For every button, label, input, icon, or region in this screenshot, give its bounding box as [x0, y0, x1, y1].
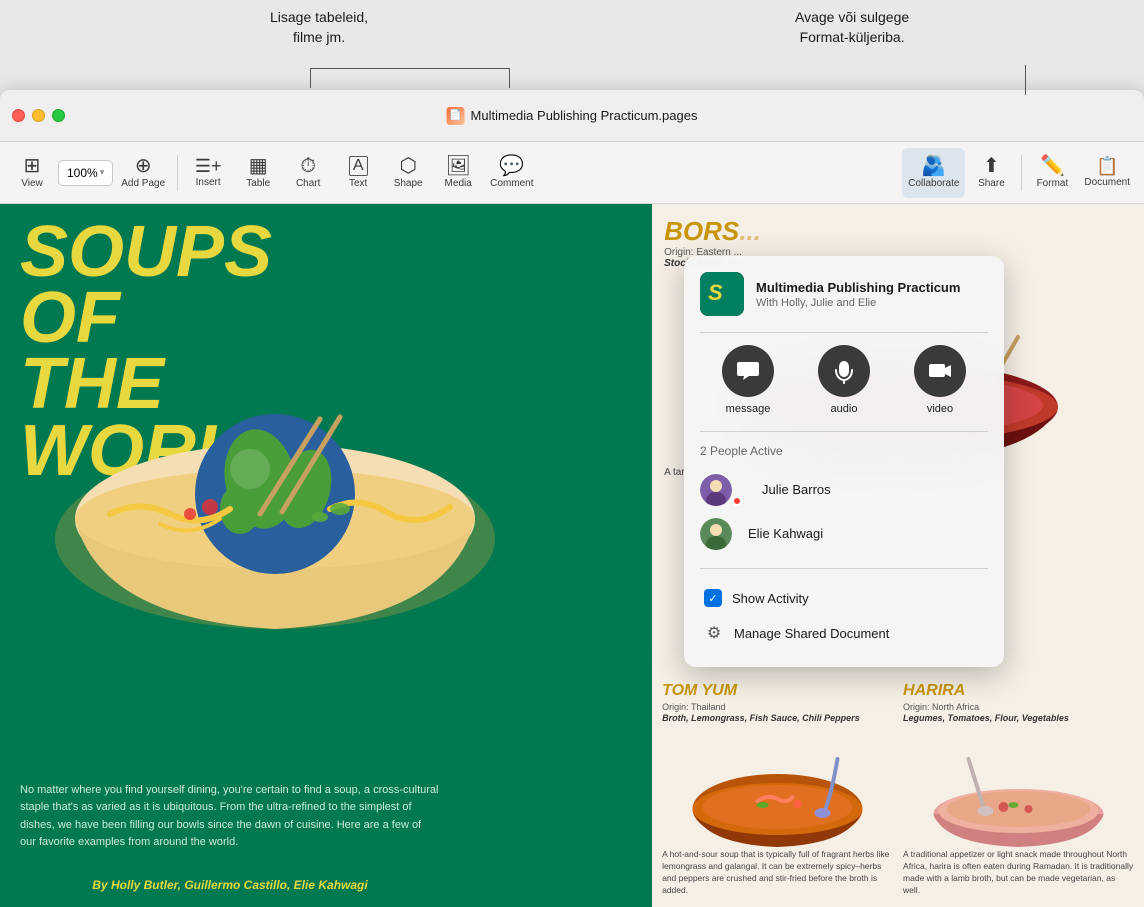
person-row-2: Elie Kahwagi [700, 512, 988, 556]
view-button[interactable]: ⊞ View [8, 148, 56, 198]
harira-section: HARIRA Origin: North Africa Legumes, Tom… [903, 682, 1134, 897]
bowl-illustration [10, 339, 540, 639]
audio-label: audio [831, 403, 858, 415]
popup-divider-2 [700, 431, 988, 432]
show-activity-checkbox[interactable]: ✓ [704, 589, 722, 607]
left-callout-line-v-right [509, 68, 510, 88]
traffic-lights [12, 109, 65, 122]
shape-icon: ⬡ [399, 156, 416, 176]
author-line: By Holly Butler, Guillermo Castillo, Eli… [20, 878, 440, 892]
media-icon: 🖼 [445, 156, 470, 176]
app-window: 📄 Multimedia Publishing Practicum.pages … [0, 90, 1144, 907]
manage-document-label: Manage Shared Document [734, 626, 889, 641]
manage-document-action[interactable]: ⚙ Manage Shared Document [700, 615, 988, 651]
popup-header: S Multimedia Publishing Practicum With H… [700, 272, 988, 316]
audio-button[interactable]: audio [818, 345, 870, 415]
person2-avatar [700, 518, 732, 550]
harira-bowl [903, 729, 1134, 849]
borscht-title: BORS... [664, 216, 1132, 247]
document-button[interactable]: 📋 Document [1078, 148, 1136, 198]
person-row-1: Julie Barros [700, 468, 988, 512]
insert-icon: ☰+ [195, 157, 222, 175]
titlebar: 📄 Multimedia Publishing Practicum.pages [0, 90, 1144, 142]
tom-yum-title: TOM YUM [662, 682, 893, 700]
window-title-area: 📄 Multimedia Publishing Practicum.pages [447, 107, 698, 125]
video-button[interactable]: video [914, 345, 966, 415]
zoom-chevron: ▾ [100, 167, 105, 178]
collaborate-button[interactable]: 🫂 Collaborate [902, 148, 965, 198]
toolbar-sep-2 [1021, 155, 1022, 191]
person1-online-dot [732, 496, 742, 506]
popup-divider-3 [700, 568, 988, 569]
harira-desc: A traditional appetizer or light snack m… [903, 849, 1134, 897]
popup-divider-1 [700, 332, 988, 333]
chart-button[interactable]: ⏱ Chart [284, 148, 332, 198]
minimize-button[interactable] [32, 109, 45, 122]
manage-icon: ⚙ [704, 623, 724, 643]
harira-title: HARIRA [903, 682, 1134, 700]
show-activity-action[interactable]: ✓ Show Activity [700, 581, 988, 615]
pages-icon: 📄 [447, 107, 465, 125]
comment-button[interactable]: 💬 Comment [484, 148, 539, 198]
left-callout-line-v-left [310, 68, 311, 88]
popup-doc-info: Multimedia Publishing Practicum With Hol… [756, 280, 960, 309]
comment-icon: 💬 [499, 156, 524, 176]
message-button[interactable]: message [722, 345, 774, 415]
text-button[interactable]: A Text [334, 148, 382, 198]
shape-button[interactable]: ⬡ Shape [384, 148, 432, 198]
toolbar: ⊞ View 100% ▾ ⊕ Add Page ☰+ Insert ▦ Tab… [0, 142, 1144, 204]
popup-doc-subtitle: With Holly, Julie and Elie [756, 297, 960, 309]
comm-buttons: message audio [700, 345, 988, 415]
view-icon: ⊞ [24, 156, 41, 176]
table-button[interactable]: ▦ Table [234, 148, 282, 198]
collaborate-icon: 🫂 [921, 156, 946, 176]
popup-doc-icon: S [700, 272, 744, 316]
message-label: message [726, 403, 771, 415]
left-callout-line-h [310, 68, 510, 69]
toolbar-sep-1 [177, 155, 178, 191]
popup-doc-title: Multimedia Publishing Practicum [756, 280, 960, 295]
maximize-button[interactable] [52, 109, 65, 122]
show-activity-label: Show Activity [732, 591, 809, 606]
left-callout-text: Lisage tabeleid,filme jm. [270, 8, 368, 47]
tom-yum-bowl [662, 729, 893, 849]
close-button[interactable] [12, 109, 25, 122]
format-button[interactable]: ✏️ Format [1028, 148, 1076, 198]
chart-icon: ⏱ [300, 156, 316, 176]
person1-name: Julie Barros [762, 482, 831, 497]
tom-yum-ingredients: Broth, Lemongrass, Fish Sauce, Chili Pep… [662, 713, 893, 723]
active-people-label: 2 People Active [700, 444, 988, 458]
format-icon: ✏️ [1040, 156, 1065, 176]
document-icon: 📋 [1096, 157, 1118, 175]
right-callout-text: Avage või sulgegeFormat-küljeriba. [795, 8, 909, 47]
text-icon: A [349, 156, 368, 176]
svg-text:S: S [708, 280, 723, 305]
video-icon-circle [914, 345, 966, 397]
zoom-value: 100% [67, 166, 98, 180]
video-label: video [927, 403, 953, 415]
add-page-icon: ⊕ [135, 156, 152, 176]
collaborate-popup: S Multimedia Publishing Practicum With H… [684, 256, 1004, 667]
audio-icon-circle [818, 345, 870, 397]
body-text: No matter where you find yourself dining… [20, 782, 440, 852]
zoom-control[interactable]: 100% ▾ [58, 160, 113, 186]
message-icon-circle [722, 345, 774, 397]
bottom-soups: TOM YUM Origin: Thailand Broth, Lemongra… [662, 682, 1134, 897]
person2-name: Elie Kahwagi [748, 526, 823, 541]
window-title: Multimedia Publishing Practicum.pages [471, 108, 698, 123]
insert-button[interactable]: ☰+ Insert [184, 148, 232, 198]
share-icon: ⬆ [983, 156, 1000, 176]
tom-yum-desc: A hot-and-sour soup that is typically fu… [662, 849, 893, 897]
harira-origin: Origin: North Africa [903, 702, 1134, 712]
media-button[interactable]: 🖼 Media [434, 148, 482, 198]
left-section: SOUPS OF THE WORLD [0, 204, 652, 907]
table-icon: ▦ [249, 156, 268, 176]
tom-yum-section: TOM YUM Origin: Thailand Broth, Lemongra… [662, 682, 893, 897]
harira-ingredients: Legumes, Tomatoes, Flour, Vegetables [903, 713, 1134, 723]
share-button[interactable]: ⬆ Share [967, 148, 1015, 198]
add-page-button[interactable]: ⊕ Add Page [115, 148, 171, 198]
tom-yum-origin: Origin: Thailand [662, 702, 893, 712]
content-area: SOUPS OF THE WORLD [0, 204, 1144, 907]
